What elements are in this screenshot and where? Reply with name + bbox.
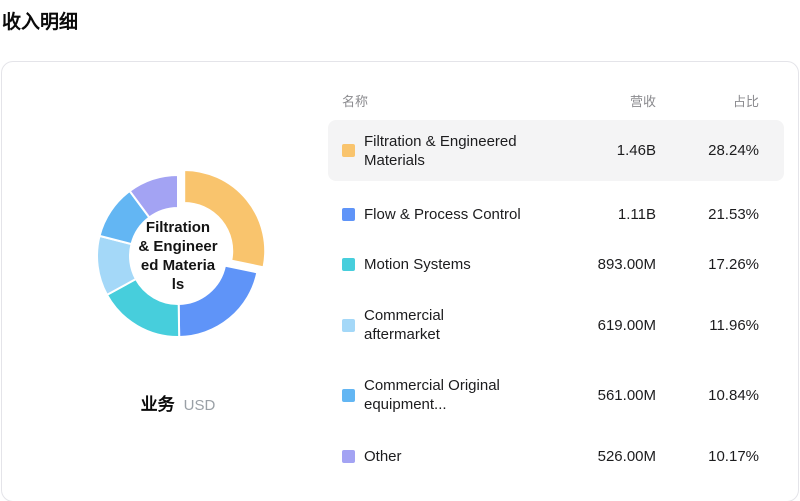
row-share: 10.17% [708,447,759,465]
series-color-swatch [342,257,355,271]
row-revenue: 526.00M [597,447,656,465]
donut-chart [83,161,273,351]
row-share: 17.26% [708,255,759,273]
row-share: 11.96% [709,316,759,334]
row-name-cell: Other [328,447,556,466]
row-name: Commercial Original equipment... [364,377,500,413]
row-name: Other [364,447,402,465]
table-row[interactable]: Flow & Process Control 1.11B 21.53% [328,189,784,239]
row-name: Commercial aftermarket [364,307,445,343]
series-color-swatch [342,207,355,221]
page-title: 收入明细 [2,12,79,33]
row-share: 28.24% [708,142,759,159]
segment-table-body: Filtration & Engineered Materials 1.46B … [328,120,784,481]
series-color-swatch [342,449,355,463]
table-row[interactable]: Motion Systems 893.00M 17.26% [328,239,784,289]
series-color-swatch [342,388,355,402]
row-share: 21.53% [708,205,759,223]
series-color-swatch [342,318,355,332]
row-share: 10.84% [708,386,759,404]
row-revenue: 561.00M [597,386,656,404]
row-name: Flow & Process Control [364,205,521,223]
table-row[interactable]: Commercial aftermarket 619.00M 11.96% [328,295,784,355]
header-share: 占比 [732,93,759,109]
table-row[interactable]: Commercial Original equipment... 561.00M… [328,365,784,425]
donut-segment[interactable] [183,168,267,269]
row-name-cell: Commercial Original equipment... [328,376,556,414]
series-color-swatch [342,144,355,157]
row-revenue: 619.00M [597,316,656,334]
donut-footer: 业务 USD [48,390,308,415]
segment-table-header: 名称 营收 占比 [328,90,784,110]
header-name: 名称 [342,93,369,109]
donut-chart-svg [96,168,267,338]
dimension-label: 业务 [140,395,175,414]
row-name-cell: Commercial aftermarket [328,306,556,344]
row-revenue: 1.11B [617,205,656,223]
row-revenue: 1.46B [616,142,656,159]
row-revenue: 893.00M [597,255,656,273]
header-revenue: 营收 [629,93,656,109]
table-row[interactable]: Other 526.00M 10.17% [328,431,784,481]
row-name: Motion Systems [364,255,471,273]
table-row[interactable]: Filtration & Engineered Materials 1.46B … [328,120,784,181]
donut-segment[interactable] [177,264,259,338]
row-name-cell: Flow & Process Control [328,205,556,224]
revenue-breakdown-card: Filtration & Engineer ed Materia ls 业务 U… [1,61,799,501]
currency-unit-label: USD [183,397,216,414]
row-name: Filtration & Engineered Materials [364,132,517,169]
row-name-cell: Motion Systems [328,255,556,274]
segment-table: 名称 营收 占比 Filtration & Engineered Materia… [328,90,784,481]
row-name-cell: Filtration & Engineered Materials [328,132,556,170]
